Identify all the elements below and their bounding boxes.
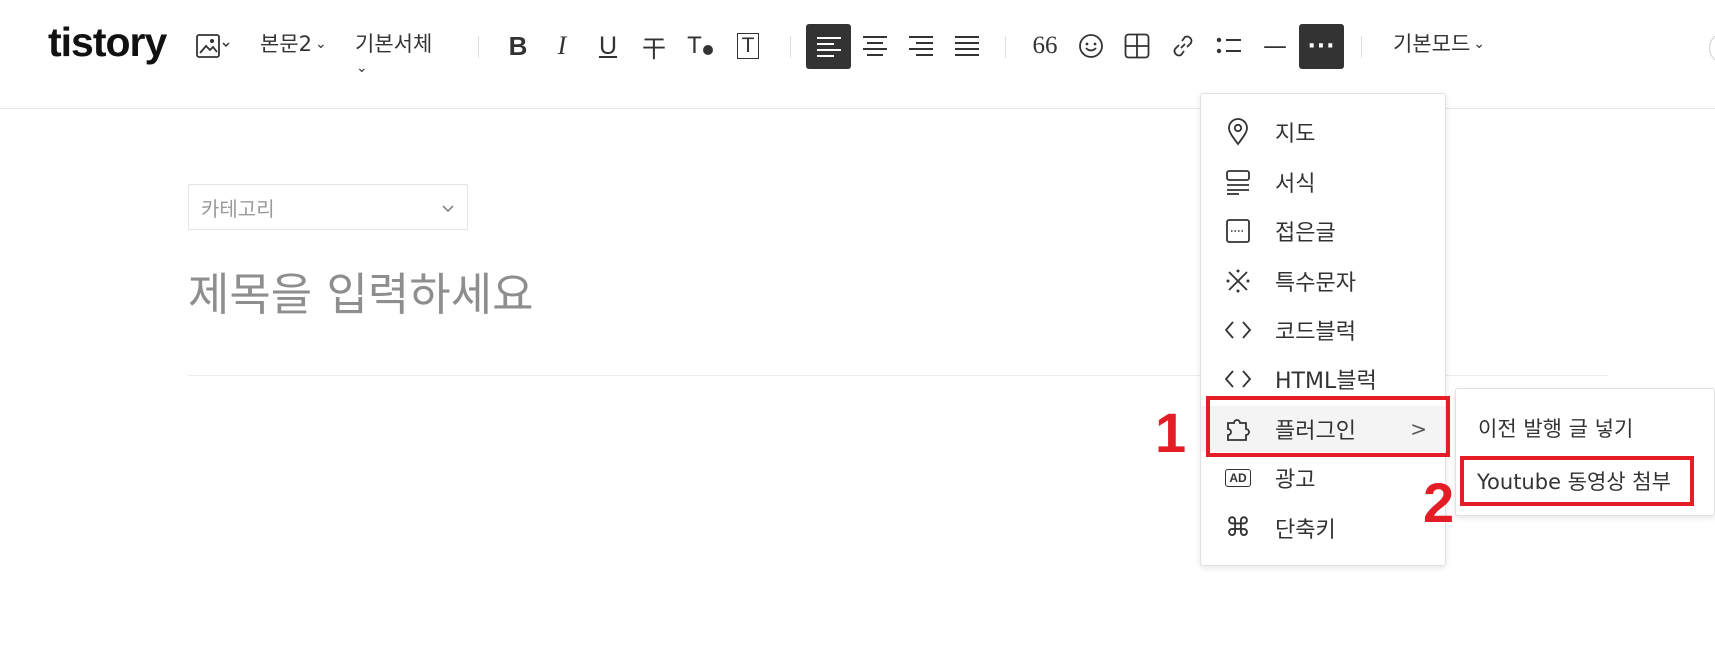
align-left-button[interactable] — [806, 24, 851, 69]
emoji-icon — [1078, 33, 1104, 59]
menu-item-label: 접은글 — [1275, 221, 1336, 246]
more-icon: ··· — [1307, 34, 1336, 59]
profile-avatar[interactable] — [1709, 32, 1715, 64]
color-dot-icon — [702, 45, 713, 55]
command-icon: ⌘ — [1225, 513, 1251, 543]
menu-item-fold[interactable]: 접은글 — [1201, 208, 1445, 254]
text-background-icon: T — [736, 32, 760, 60]
chevron-down-icon: ⌄ — [315, 36, 327, 52]
submenu-item-insert-previous-post[interactable]: 이전 발행 글 넣기 — [1478, 413, 1633, 443]
list-icon — [1216, 36, 1242, 56]
align-center-button[interactable] — [855, 26, 895, 66]
table-button[interactable] — [1117, 26, 1157, 66]
menu-item-ad[interactable]: AD 광고 — [1201, 455, 1445, 501]
menu-item-special-char[interactable]: 특수문자 — [1201, 258, 1445, 304]
menu-item-label: 코드블럭 — [1275, 320, 1356, 345]
highlight-box-youtube — [1460, 456, 1694, 506]
title-input[interactable]: 제목을 입력하세요 — [188, 268, 534, 322]
image-icon — [196, 34, 232, 58]
font-chevron-down-icon: ⌄ — [356, 60, 368, 76]
toolbar-divider — [478, 36, 479, 58]
menu-item-label: 지도 — [1275, 122, 1316, 147]
table-icon — [1124, 33, 1150, 59]
menu-item-label: 단축키 — [1275, 518, 1336, 543]
emoji-button[interactable] — [1071, 26, 1111, 66]
step-2-label: 2 — [1423, 471, 1455, 534]
horizontal-rule-icon: — — [1263, 32, 1287, 60]
align-justify-button[interactable] — [947, 26, 987, 66]
link-button[interactable] — [1163, 26, 1203, 66]
ad-icon: AD — [1223, 463, 1253, 493]
strikethrough-icon: 干 — [642, 34, 666, 63]
mode-dropdown[interactable]: 기본모드 ⌄ — [1393, 34, 1485, 55]
fold-icon — [1223, 216, 1253, 246]
align-center-icon — [862, 35, 888, 57]
tistory-logo[interactable]: tistory — [48, 22, 167, 63]
link-icon — [1169, 32, 1197, 60]
menu-item-shortcuts[interactable]: ⌘ 단축키 — [1201, 505, 1445, 551]
quote-button[interactable]: 66 — [1025, 26, 1065, 66]
category-select[interactable]: 카테고리 — [188, 184, 468, 230]
template-icon — [1223, 167, 1253, 197]
font-face-dropdown[interactable]: 기본서체 — [355, 34, 432, 55]
html-icon — [1223, 364, 1253, 394]
toolbar-divider — [1361, 36, 1362, 58]
bold-icon: B — [508, 30, 528, 61]
highlight-box-plugin — [1206, 396, 1450, 457]
map-pin-icon — [1223, 117, 1253, 147]
chevron-down-icon — [441, 195, 455, 219]
toolbar-divider — [790, 36, 791, 58]
more-button[interactable]: ··· — [1299, 24, 1344, 69]
align-right-button[interactable] — [901, 26, 941, 66]
step-1-label: 1 — [1155, 401, 1187, 464]
font-face-label: 기본서체 — [355, 32, 433, 56]
quote-icon: 66 — [1032, 32, 1058, 59]
code-icon — [1223, 315, 1253, 345]
underline-icon: U — [598, 31, 618, 60]
list-button[interactable] — [1209, 26, 1249, 66]
mode-label: 기본모드 — [1393, 32, 1471, 56]
menu-item-map[interactable]: 지도 — [1201, 109, 1445, 155]
text-color-button[interactable]: T — [680, 26, 720, 66]
bold-button[interactable]: B — [498, 26, 538, 66]
menu-item-label: 광고 — [1275, 468, 1316, 493]
menu-item-label: HTML블럭 — [1275, 369, 1377, 394]
italic-button[interactable]: I — [542, 26, 582, 66]
paragraph-style-label: 본문2 — [260, 32, 313, 56]
align-right-icon — [908, 35, 934, 57]
italic-icon: I — [557, 31, 567, 60]
menu-item-template[interactable]: 서식 — [1201, 159, 1445, 205]
more-menu: 지도 서식 접은글 특수문자 코드블럭 HTML블럭 플러그인 > AD 광고 … — [1200, 93, 1446, 566]
strikethrough-button[interactable]: 干 — [634, 26, 674, 66]
underline-button[interactable]: U — [588, 26, 628, 66]
category-placeholder: 카테고리 — [201, 196, 275, 221]
menu-item-label: 서식 — [1275, 172, 1316, 197]
text-background-button[interactable]: T — [728, 26, 768, 66]
toolbar-divider — [1005, 36, 1006, 58]
align-left-icon — [816, 36, 842, 58]
special-char-icon — [1223, 266, 1253, 296]
text-color-icon: T — [687, 32, 702, 59]
editor-toolbar: tistory 본문2 ⌄ 기본서체 ⌄ B I U 干 T T 66 — ··… — [0, 0, 1715, 109]
image-button[interactable] — [190, 26, 238, 66]
align-justify-icon — [954, 35, 980, 57]
horizontal-rule-button[interactable]: — — [1255, 26, 1295, 66]
ad-icon-text: AD — [1225, 469, 1251, 487]
paragraph-style-dropdown[interactable]: 본문2 ⌄ — [260, 34, 327, 55]
chevron-down-icon: ⌄ — [1473, 36, 1486, 52]
menu-item-label: 특수문자 — [1275, 271, 1356, 296]
menu-item-code-block[interactable]: 코드블럭 — [1201, 307, 1445, 353]
